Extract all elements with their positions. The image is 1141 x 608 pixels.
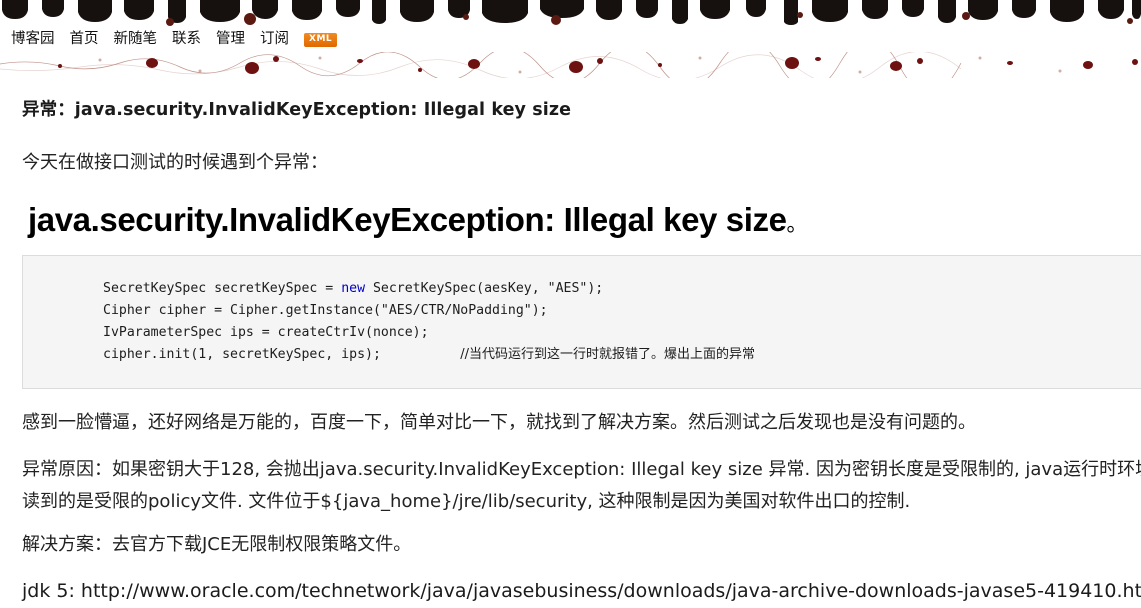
code-line-4-gap bbox=[381, 347, 460, 362]
solution-paragraph: 解决方案：去官方下载JCE无限制权限策略文件。 bbox=[22, 534, 412, 555]
code-line-1-part-a: SecretKeySpec secretKeySpec = bbox=[103, 280, 342, 296]
page-title: 异常：java.security.InvalidKeyException: Il… bbox=[22, 100, 572, 120]
exception-heading-text: java.security.InvalidKeyException: Illeg… bbox=[28, 200, 787, 238]
nav-link-home[interactable]: 首页 bbox=[70, 32, 99, 47]
nav-link-subscribe[interactable]: 订阅 bbox=[260, 32, 289, 47]
nav-link-contact[interactable]: 联系 bbox=[172, 32, 201, 47]
code-line-4-comment: //当代码运行到这一行时就报错了。爆出上面的异常 bbox=[460, 346, 756, 362]
after-code-paragraph: 感到一脸懵逼，还好网络是万能的，百度一下，简单对比一下，就找到了解决方案。然后测… bbox=[22, 411, 976, 433]
cause-paragraph-line-1: 异常原因：如果密钥大于128, 会抛出java.security.Invalid… bbox=[22, 459, 1141, 480]
post-container: 异常：java.security.InvalidKeyException: Il… bbox=[0, 78, 1141, 608]
code-block: SecretKeySpec secretKeySpec = new Secret… bbox=[22, 254, 1141, 389]
jdk5-download-link[interactable]: jdk 5: http://www.oracle.com/technetwork… bbox=[0, 561, 1141, 608]
code-line-4-statement: cipher.init(1, secretKeySpec, ips); bbox=[103, 346, 381, 362]
top-navigation: 博客园 首页 新随笔 联系 管理 订阅 XML bbox=[0, 27, 1141, 52]
code-line-3: IvParameterSpec ips = createCtrIv(nonce)… bbox=[103, 324, 429, 340]
exception-heading: java.security.InvalidKeyException: Illeg… bbox=[0, 179, 1141, 255]
code-line-2: Cipher cipher = Cipher.getInstance("AES/… bbox=[103, 302, 548, 318]
code-keyword-new: new bbox=[341, 280, 366, 296]
rss-xml-badge[interactable]: XML bbox=[304, 32, 338, 47]
ink-splatter-top-icon bbox=[2, 0, 1141, 26]
nav-link-admin[interactable]: 管理 bbox=[216, 32, 245, 47]
code-line-1-part-b: SecretKeySpec(aesKey, "AES"); bbox=[365, 280, 604, 296]
nav-link-new-post[interactable]: 新随笔 bbox=[114, 32, 158, 47]
code-line-4: cipher.init(1, secretKeySpec, ips); //当代… bbox=[103, 344, 1141, 366]
ink-splatter-band-icon bbox=[0, 52, 1138, 78]
site-banner: 博客园 首页 新随笔 联系 管理 订阅 XML bbox=[0, 0, 1141, 78]
intro-paragraph: 今天在做接口测试的时候遇到个异常： bbox=[22, 152, 328, 173]
nav-link-cnblogs[interactable]: 博客园 bbox=[11, 32, 55, 47]
exception-heading-suffix: 。 bbox=[786, 211, 808, 236]
code-line-1: SecretKeySpec secretKeySpec = new Secret… bbox=[103, 278, 1141, 300]
cause-paragraph-line-2: 读到的是受限的policy文件. 文件位于${java_home}/jre/li… bbox=[22, 490, 911, 512]
